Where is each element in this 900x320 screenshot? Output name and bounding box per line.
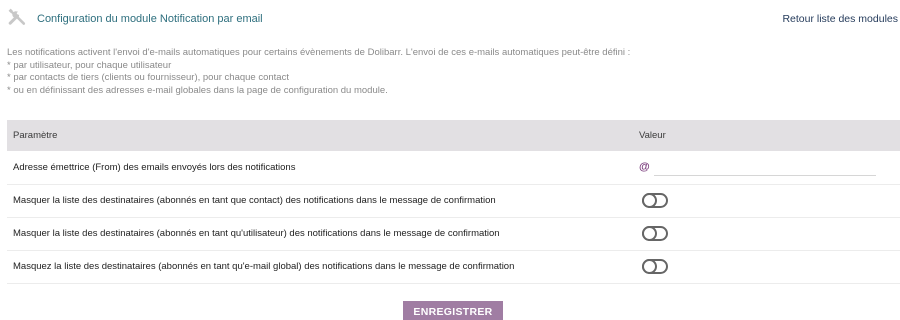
hide-global-email-recipients-toggle[interactable]	[642, 258, 668, 274]
page-title: Configuration du module Notification par…	[37, 13, 263, 25]
hide-user-recipients-toggle[interactable]	[642, 225, 668, 241]
column-header-value: Valeur	[635, 120, 900, 151]
table-row: Masquez la liste des destinataires (abon…	[7, 250, 900, 284]
intro-text: Les notifications activent l'envoi d'e-m…	[7, 47, 897, 97]
back-to-modules-link[interactable]: Retour liste des modules	[782, 13, 898, 25]
intro-line: Les notifications activent l'envoi d'e-m…	[7, 47, 631, 58]
setting-value-cell	[635, 250, 900, 284]
setting-label: Masquer la liste des destinataires (abon…	[7, 184, 635, 218]
intro-line: * ou en définissant des adresses e-mail …	[7, 84, 388, 96]
toggle-knob	[642, 258, 657, 274]
setting-label: Adresse émettrice (From) des emails envo…	[7, 151, 635, 185]
toggle-knob	[642, 192, 657, 208]
setting-value-cell: @	[635, 151, 900, 185]
setting-label: Masquer la liste des destinataires (abon…	[7, 217, 635, 251]
save-button[interactable]: ENREGISTRER	[403, 301, 503, 320]
intro-line: * par utilisateur, pour chaque utilisate…	[7, 59, 172, 71]
settings-table: Paramètre Valeur Adresse émettrice (From…	[7, 120, 900, 284]
table-row: Masquer la liste des destinataires (abon…	[7, 184, 900, 218]
toggle-knob	[642, 225, 657, 241]
at-icon: @	[639, 161, 650, 174]
setting-value-cell	[635, 217, 900, 251]
page-header: Configuration du module Notification par…	[0, 0, 900, 34]
setting-label: Masquez la liste des destinataires (abon…	[7, 250, 635, 284]
column-header-parameter: Paramètre	[7, 120, 635, 151]
table-row: Masquer la liste des destinataires (abon…	[7, 217, 900, 251]
table-row: Adresse émettrice (From) des emails envo…	[7, 151, 900, 185]
table-header-row: Paramètre Valeur	[7, 120, 900, 151]
setting-value-cell	[635, 184, 900, 218]
email-field-wrapper: @	[639, 158, 900, 177]
notification-config-page: Configuration du module Notification par…	[0, 0, 900, 320]
tools-icon	[8, 8, 26, 26]
sender-email-input[interactable]	[654, 158, 876, 177]
intro-line: * par contacts de tiers (clients ou four…	[7, 72, 289, 83]
hide-contact-recipients-toggle[interactable]	[642, 192, 668, 208]
